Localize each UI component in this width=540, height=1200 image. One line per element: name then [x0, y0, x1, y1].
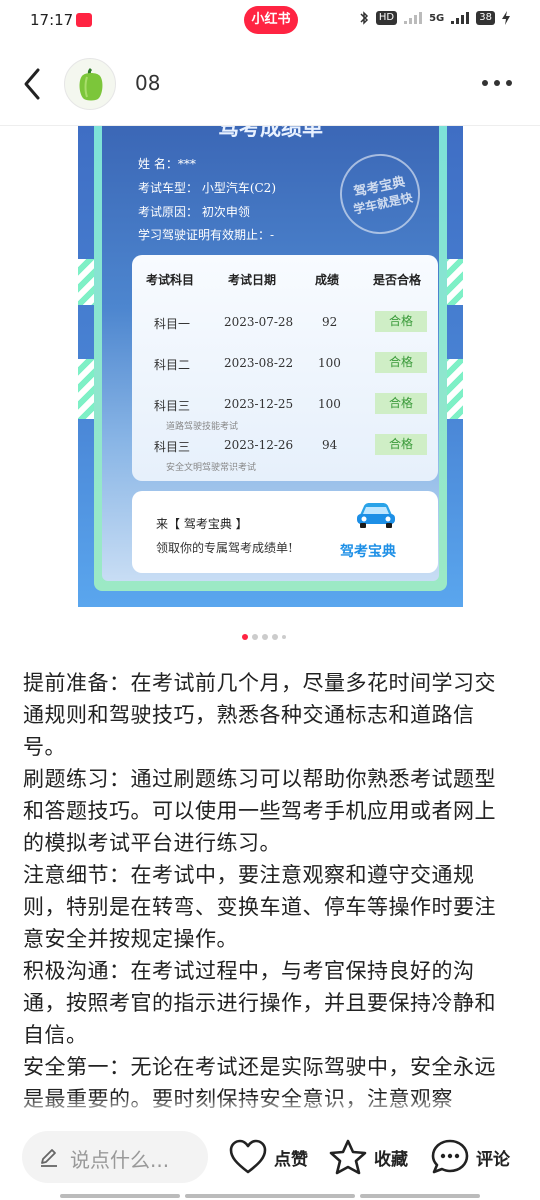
pencil-icon	[41, 1149, 57, 1167]
nav-indicator	[60, 1194, 180, 1198]
post-image[interactable]: 驾考成绩单 姓 名：*** 考试车型： 小型汽车(C2) 考试原因： 初次申领 …	[78, 126, 463, 607]
chevron-left-icon[interactable]	[18, 66, 46, 102]
post-body: 提前准备：在考试前几个月，尽量多花时间学习交通规则和驾驶技巧，熟悉各种交通标志和…	[23, 667, 513, 1115]
nav-indicator	[185, 1194, 355, 1198]
comment-placeholder: 说点什么...	[70, 1148, 170, 1172]
hd-badge: HD	[375, 11, 398, 25]
row-date: 2023-12-25	[224, 397, 294, 411]
score-table: 考试科目 考试日期 成绩 是否合格 科目一 2023-07-28 92 合格 科…	[132, 255, 438, 481]
score-sheet-frame: 驾考成绩单 姓 名：*** 考试车型： 小型汽车(C2) 考试原因： 初次申领 …	[94, 126, 447, 591]
row-date: 2023-07-28	[224, 315, 294, 329]
app-pill[interactable]: 小红书	[244, 6, 298, 34]
row-score: 92	[322, 315, 338, 329]
more-icon[interactable]	[482, 80, 512, 86]
pass-badge: 合格	[375, 311, 427, 332]
carousel-dot	[272, 634, 278, 640]
row-score: 100	[318, 397, 341, 411]
carousel-dot	[262, 634, 268, 640]
status-bar: 17:17 小红书 HD 5G 38	[0, 0, 540, 44]
info-name: 姓 名：***	[138, 157, 196, 171]
status-time: 17:17	[30, 11, 74, 29]
row-subject: 科目一	[154, 317, 191, 331]
row-date: 2023-12-26	[224, 438, 294, 452]
status-icons: HD 5G 38	[359, 11, 510, 25]
row-subject: 科目三	[154, 440, 191, 454]
score-sheet: 驾考成绩单 姓 名：*** 考试车型： 小型汽车(C2) 考试原因： 初次申领 …	[102, 126, 439, 581]
signal-strength-icon	[451, 12, 470, 24]
carousel-dot	[252, 634, 258, 640]
pass-badge: 合格	[375, 352, 427, 373]
heart-icon	[229, 1139, 267, 1174]
post-header: 08	[0, 44, 540, 126]
info-reason: 考试原因： 初次申领	[138, 205, 250, 219]
app-notification-icon	[76, 13, 92, 27]
promo-brand: 驾考宝典	[340, 544, 396, 560]
carousel-dot-active	[242, 634, 248, 640]
like-button[interactable]: 点赞	[228, 1138, 308, 1176]
collect-button[interactable]: 收藏	[328, 1138, 408, 1176]
post-paragraph: 积极沟通：在考试过程中，与考官保持良好的沟通，按照考官的指示进行操作，并且要保持…	[23, 959, 496, 1047]
star-icon	[329, 1139, 367, 1175]
bottom-action-bar: 说点什么... 点赞 收藏 评论	[0, 1118, 540, 1200]
row-subject: 科目三	[154, 399, 191, 413]
nav-indicator	[360, 1194, 480, 1198]
info-vehicle: 考试车型： 小型汽车(C2)	[138, 181, 276, 195]
text-fade	[0, 1096, 540, 1118]
col-header-subject: 考试科目	[146, 273, 195, 287]
signal-icon	[404, 12, 423, 24]
collect-label: 收藏	[374, 1149, 408, 1170]
carousel-indicator[interactable]	[242, 634, 286, 640]
more-dot	[506, 80, 512, 86]
col-header-date: 考试日期	[228, 273, 277, 287]
comment-label: 评论	[476, 1149, 510, 1170]
car-icon	[357, 503, 395, 528]
promo-line2: 领取你的专属驾考成绩单!	[156, 541, 293, 555]
promo-box: 来【 驾考宝典 】 领取你的专属驾考成绩单! 驾考宝典	[132, 491, 438, 573]
carousel-dot	[282, 635, 286, 639]
col-header-score: 成绩	[315, 273, 340, 287]
promo-line1: 来【 驾考宝典 】	[156, 517, 248, 531]
col-header-pass: 是否合格	[373, 273, 422, 287]
comment-button[interactable]: 评论	[430, 1138, 510, 1176]
avatar[interactable]	[64, 58, 116, 110]
row-subject: 科目二	[154, 358, 191, 372]
pass-badge: 合格	[375, 393, 427, 414]
bluetooth-icon	[360, 11, 368, 25]
post-paragraph: 提前准备：在考试前几个月，尽量多花时间学习交通规则和驾驶技巧，熟悉各种交通标志和…	[23, 671, 496, 759]
like-label: 点赞	[274, 1149, 308, 1170]
author-name[interactable]: 08	[135, 71, 160, 95]
battery-level: 38	[476, 11, 495, 25]
row-note: 道路驾驶技能考试	[166, 422, 239, 432]
post-paragraph: 刷题练习：通过刷题练习可以帮助你熟悉考试题型和答题技巧。可以使用一些驾考手机应用…	[23, 767, 496, 855]
pepper-icon	[79, 67, 103, 101]
post-paragraph: 注意细节：在考试中，要注意观察和遵守交通规则，特别是在转弯、变换车道、停车等操作…	[23, 863, 496, 951]
info-validity: 学习驾驶证明有效期止：-	[138, 228, 275, 242]
network-type: 5G	[429, 12, 445, 24]
brand-stamp: 驾考宝典 学车就是快	[332, 146, 428, 242]
row-note: 安全文明驾驶常识考试	[166, 463, 257, 473]
comment-bubble-icon	[431, 1139, 469, 1174]
more-dot	[494, 80, 500, 86]
row-date: 2023-08-22	[224, 356, 294, 370]
comment-input[interactable]: 说点什么...	[22, 1131, 208, 1183]
more-dot	[482, 80, 488, 86]
row-score: 100	[318, 356, 341, 370]
pass-badge: 合格	[375, 434, 427, 455]
charging-icon	[502, 11, 510, 25]
row-score: 94	[322, 438, 338, 452]
sheet-title: 驾考成绩单	[218, 126, 323, 140]
